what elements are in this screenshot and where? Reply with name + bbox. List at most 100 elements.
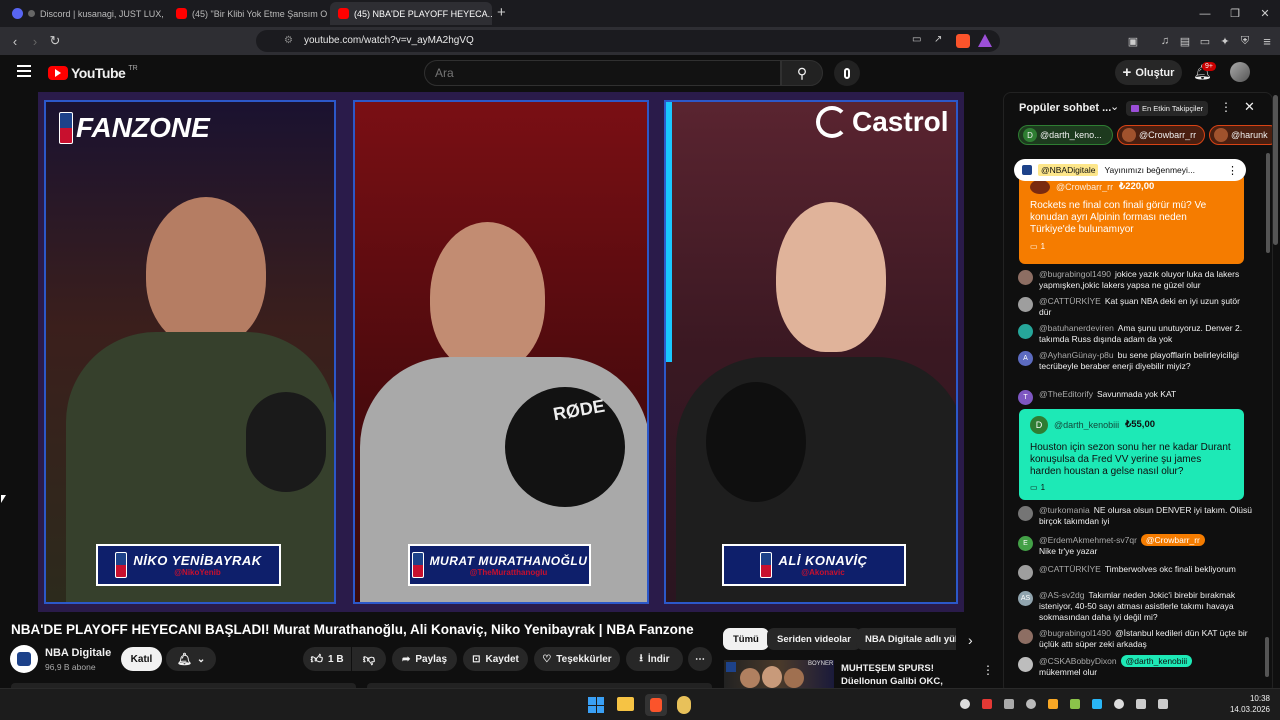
like-button[interactable]: 👍︎ 1 B [303, 647, 351, 671]
wallet-icon[interactable]: ▭ [1196, 32, 1214, 50]
tab-youtube-active[interactable]: (45) NBA'DE PLAYOFF HEYECA... ✕ [330, 2, 492, 25]
channel-avatar[interactable] [10, 645, 38, 673]
filter-chip-channel[interactable]: NBA Digitale adlı yük [856, 628, 956, 650]
chat-message[interactable]: @CATTÜRKİYE Kat şuan NBA deki en iyi uzun… [1018, 296, 1254, 318]
new-tab-button[interactable]: + [497, 4, 506, 21]
dislike-button[interactable]: 👎︎ [352, 647, 386, 671]
sticker-chip-crowbarr[interactable]: @Crowbarr_rr [1117, 125, 1205, 145]
chat-author[interactable]: @CSKABobbyDixon [1039, 656, 1117, 666]
chat-message[interactable]: @CSKABobbyDixon @darth_kenobiii mükemmel o… [1018, 655, 1254, 678]
reply-count[interactable]: ▭ 1 [1030, 241, 1233, 253]
tray-icon[interactable] [1114, 699, 1124, 709]
user-avatar[interactable] [1018, 629, 1033, 644]
chat-message[interactable]: AS @AS-sv2dg Takımlar neden Jokic'i birebi… [1018, 590, 1254, 623]
chat-author[interactable]: @CATTÜRKİYE [1039, 564, 1101, 574]
youtube-logo[interactable]: YouTube TR [48, 65, 138, 81]
back-icon[interactable]: ‹ [6, 32, 24, 50]
avatar[interactable] [1230, 62, 1250, 82]
minimize-icon[interactable]: — [1190, 0, 1220, 27]
chat-message[interactable]: @CATTÜRKİYE Timberwolves okc finali bekli… [1018, 564, 1254, 580]
sidebar-icon[interactable]: ▤ [1176, 32, 1194, 50]
tray-icon[interactable] [1004, 699, 1014, 709]
chat-scrollbar[interactable] [1266, 153, 1270, 253]
reload-icon[interactable]: ↻ [46, 32, 64, 50]
chat-author[interactable]: @turkomania [1039, 505, 1090, 515]
user-avatar[interactable] [1018, 270, 1033, 285]
user-avatar[interactable]: AS [1018, 591, 1033, 606]
tab-youtube-1[interactable]: (45) "Bir Klibi Yok Etme Şansım O... [168, 2, 328, 25]
voice-search-button[interactable] [834, 60, 860, 86]
page-scrollbar[interactable] [1273, 95, 1278, 245]
create-button[interactable]: + Oluştur [1115, 60, 1182, 85]
brave-shield-icon[interactable] [956, 34, 970, 48]
leo-icon[interactable]: ✦ [1216, 32, 1234, 50]
chat-message[interactable]: @batuhanerdeviren Ama şunu unutuyoruz. De… [1018, 323, 1254, 345]
site-info-icon[interactable]: ⚙ [284, 35, 293, 46]
hamburger-icon[interactable] [17, 65, 31, 77]
sticker-chip-darth[interactable]: D @darth_keno... [1018, 125, 1113, 145]
windows-start-icon[interactable] [588, 697, 604, 713]
sticker-chip-harunk[interactable]: @harunk [1209, 125, 1272, 145]
address-bar[interactable]: ⚙ youtube.com/watch?v=v_ayMA2hgVQ ▭ ↗ [256, 30, 1000, 52]
share-icon[interactable]: ↗ [934, 34, 942, 45]
chat-more-icon[interactable]: ⋮ [1220, 100, 1232, 114]
tray-icon[interactable] [960, 699, 970, 709]
brave-taskbar-icon[interactable] [645, 694, 667, 716]
chat-author[interactable]: @AyhanGünay-p8u [1039, 350, 1114, 360]
chat-author[interactable]: @CATTÜRKİYE [1039, 296, 1101, 306]
notifications-button[interactable]: 🔔︎ ⌄ [166, 647, 216, 671]
tray-icon[interactable] [1092, 699, 1102, 709]
search-button[interactable]: ⚲ [781, 60, 823, 86]
vpn-icon[interactable]: ⛨ [1236, 32, 1254, 50]
download-button[interactable]: ⭳ İndir [626, 647, 683, 671]
chat-author[interactable]: @TheEditorify [1039, 389, 1093, 399]
app-taskbar-icon[interactable] [677, 696, 691, 714]
user-avatar[interactable] [1018, 324, 1033, 339]
chat-author[interactable]: @AS-sv2dg [1039, 590, 1084, 600]
file-explorer-icon[interactable] [617, 697, 634, 711]
user-avatar[interactable]: E [1018, 536, 1033, 551]
wifi-icon[interactable] [1136, 699, 1146, 709]
tray-icon[interactable] [1048, 699, 1058, 709]
share-button[interactable]: ➦ Paylaş [392, 647, 457, 671]
tab-search-icon[interactable]: ▣ [1124, 32, 1142, 50]
search-input[interactable] [424, 60, 781, 86]
rec-more-icon[interactable]: ⋮ [982, 663, 994, 677]
filter-chip-all[interactable]: Tümü [723, 628, 769, 650]
menu-icon[interactable]: ≡ [1258, 32, 1276, 50]
mention-chip[interactable]: @Crowbarr_rr [1140, 534, 1205, 546]
tray-icon[interactable] [982, 699, 992, 709]
chat-mode-title[interactable]: Popüler sohbet ... [1019, 102, 1111, 114]
user-avatar[interactable]: A [1018, 351, 1033, 366]
cast-icon[interactable]: ▭ [912, 34, 921, 45]
tray-icon[interactable] [1026, 699, 1036, 709]
user-avatar[interactable] [1018, 297, 1033, 312]
chat-message[interactable]: @bugrabingol1490 @İstanbul kedileri dün K… [1018, 628, 1254, 650]
reply-count[interactable]: ▭ 1 [1030, 482, 1233, 494]
chevron-down-icon[interactable]: ⌄ [1110, 100, 1119, 113]
join-button[interactable]: Katıl [121, 647, 162, 671]
chat-author[interactable]: @bugrabingol1490 [1039, 269, 1111, 279]
close-chat-icon[interactable]: ✕ [1244, 99, 1255, 115]
user-avatar[interactable] [1018, 657, 1033, 672]
maximize-icon[interactable]: ❐ [1220, 0, 1250, 27]
chat-message[interactable]: A @AyhanGünay-p8u bu sene playofflarin bel… [1018, 350, 1254, 372]
channel-name[interactable]: NBA Digitale [45, 647, 111, 659]
rewards-icon[interactable] [978, 34, 992, 47]
user-avatar[interactable] [1018, 565, 1033, 580]
mention-chip[interactable]: @darth_kenobiii [1120, 655, 1193, 667]
chat-author[interactable]: @bugrabingol1490 [1039, 628, 1111, 638]
chat-message[interactable]: E @ErdemAkmehmet-sv7qr @Crowbarr_rr Nike tr… [1018, 534, 1254, 557]
chat-message[interactable]: @bugrabingol1490 jokice yazık oluyor luka… [1018, 269, 1254, 291]
rec-thumbnail[interactable]: BOYNER [724, 660, 834, 688]
pinned-message[interactable]: @NBADigitale Yayınımızı beğenmeyi... ⋮ [1014, 159, 1246, 181]
chat-message[interactable]: @turkomania NE olursa olsun DENVER iyi ta… [1018, 505, 1254, 527]
close-window-icon[interactable]: ✕ [1250, 0, 1280, 27]
user-avatar[interactable] [1018, 506, 1033, 521]
top-fans-badge[interactable]: En Etkin Takipçiler [1126, 101, 1209, 116]
music-icon[interactable]: ♫ [1156, 32, 1174, 50]
tray-icon[interactable] [1070, 699, 1080, 709]
more-actions-icon[interactable]: ⋯ [688, 647, 712, 671]
chevron-right-icon[interactable]: › [968, 632, 973, 648]
filter-chip-series[interactable]: Seriden videolar [767, 628, 861, 650]
